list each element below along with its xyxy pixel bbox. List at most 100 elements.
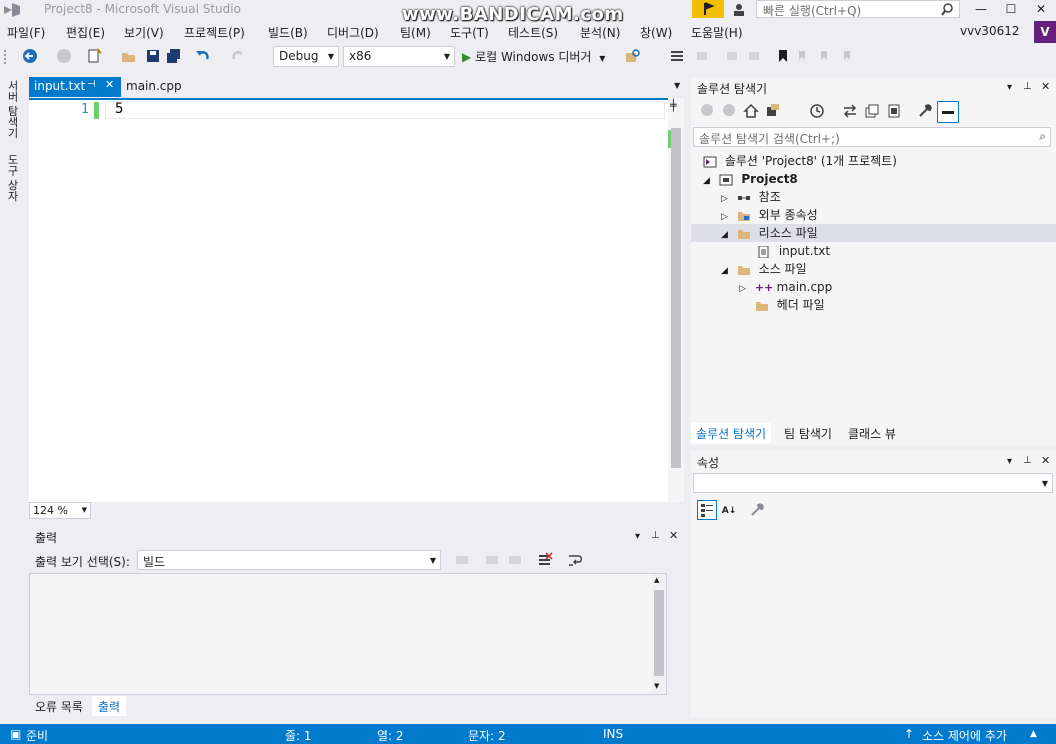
tree-input-txt-node[interactable]: input.txt	[757, 242, 830, 260]
start-debugging-button[interactable]: ▶ 로컬 Windows 디버거 ▼	[462, 48, 605, 66]
tab-input-txt[interactable]: input.txt ⊣ ✕	[29, 77, 121, 97]
panel-menu-icon[interactable]: ▾	[635, 531, 640, 542]
server-explorer-tab[interactable]: 서버 탐색기	[6, 80, 20, 139]
switch-views-icon[interactable]	[765, 103, 781, 119]
add-to-source-control-button[interactable]: 소스 제어에 추가	[922, 727, 1007, 744]
user-name[interactable]: vvv30612	[960, 24, 1019, 38]
pin-icon[interactable]: ⊥	[1023, 81, 1032, 92]
panel-menu-icon[interactable]: ▾	[1007, 82, 1012, 93]
pin-icon[interactable]: ⊥	[651, 530, 660, 541]
menu-view[interactable]: 보기(V)	[124, 24, 164, 41]
show-all-files-icon[interactable]	[886, 103, 902, 119]
find-in-files-icon[interactable]	[625, 48, 641, 64]
tab-team-explorer[interactable]: 팀 탐색기	[779, 423, 837, 443]
find-message-icon[interactable]	[454, 552, 470, 568]
save-all-icon[interactable]	[166, 48, 182, 64]
tree-references-node[interactable]: ▷ 참조	[721, 188, 781, 206]
menu-analyze[interactable]: 분석(N)	[580, 24, 620, 41]
menu-tools[interactable]: 도구(T)	[450, 24, 489, 41]
forward-icon[interactable]	[721, 103, 737, 119]
pending-changes-icon[interactable]	[809, 103, 825, 119]
preview-selected-items-button[interactable]	[937, 101, 959, 123]
next-message-icon[interactable]	[507, 552, 523, 568]
collapse-all-icon[interactable]	[864, 103, 880, 119]
properties-object-select[interactable]: ▼	[693, 473, 1053, 493]
output-scrollbar[interactable]: ▲ ▼	[652, 574, 666, 694]
menu-edit[interactable]: 편집(E)	[66, 24, 105, 41]
menu-project[interactable]: 프로젝트(P)	[184, 24, 245, 41]
split-icon[interactable]: ╪	[670, 99, 677, 112]
user-badge[interactable]: V	[1034, 21, 1056, 43]
toolbox-tab[interactable]: 도구 상자	[6, 154, 20, 202]
categorized-button[interactable]	[697, 500, 717, 520]
pin-icon[interactable]: ⊥	[1023, 455, 1032, 466]
sync-icon[interactable]	[842, 103, 858, 119]
bookmark-icon[interactable]	[775, 48, 791, 64]
menu-team[interactable]: 팀(M)	[400, 24, 431, 41]
panel-menu-icon[interactable]: ▾	[1007, 456, 1012, 467]
tab-class-view[interactable]: 클래스 뷰	[843, 423, 901, 443]
expanded-arrow-icon[interactable]: ◢	[721, 262, 733, 280]
new-project-icon[interactable]	[86, 48, 102, 64]
solution-configuration-select[interactable]: Debug ▼	[273, 46, 339, 67]
tab-error-list[interactable]: 오류 목록	[29, 696, 89, 716]
menu-help[interactable]: 도움말(H)	[691, 24, 743, 41]
tree-external-dependencies-node[interactable]: ▷ 외부 종속성	[721, 206, 818, 224]
forward-icon[interactable]	[56, 48, 72, 64]
comment-icon[interactable]	[724, 48, 740, 64]
user-icon[interactable]	[730, 1, 748, 19]
open-file-icon[interactable]	[121, 48, 137, 64]
tree-project-node[interactable]: ◢ Project8	[703, 170, 798, 188]
tab-output[interactable]: 출력	[92, 696, 127, 716]
tab-solution-explorer[interactable]: 솔루션 탐색기	[691, 423, 772, 443]
feedback-flag-icon[interactable]	[692, 0, 724, 18]
scrollbar-thumb[interactable]	[671, 128, 681, 468]
next-bookmark-icon[interactable]	[817, 48, 833, 64]
close-icon[interactable]: ✕	[1041, 80, 1050, 93]
solution-platform-select[interactable]: x86 ▼	[343, 46, 455, 67]
solution-explorer-search-input[interactable]: 솔루션 탐색기 검색(Ctrl+;) ⌕	[693, 127, 1051, 147]
close-icon[interactable]: ✕	[669, 529, 678, 542]
close-icon[interactable]: ✕	[1041, 454, 1050, 467]
menu-debug[interactable]: 디버그(D)	[327, 24, 379, 41]
tree-header-files-node[interactable]: 헤더 파일	[739, 296, 825, 314]
tree-resource-files-node[interactable]: ◢ 리소스 파일	[691, 224, 1056, 242]
menu-window[interactable]: 창(W)	[640, 24, 672, 41]
editor-vertical-scrollbar[interactable]: ╪	[668, 98, 684, 502]
uncomment-icon[interactable]	[746, 48, 762, 64]
indent-icon[interactable]	[694, 48, 710, 64]
close-icon[interactable]: ✕	[105, 78, 114, 91]
quick-launch-input[interactable]: 빠른 실행(Ctrl+Q)	[756, 0, 960, 18]
clear-all-icon[interactable]	[537, 552, 553, 568]
menu-build[interactable]: 빌드(B)	[268, 24, 308, 41]
save-icon[interactable]	[145, 48, 161, 64]
word-wrap-icon[interactable]	[567, 552, 583, 568]
menu-file[interactable]: 파일(F)	[7, 24, 45, 41]
code-line[interactable]: 5	[115, 101, 123, 117]
chevron-up-icon[interactable]: ▲	[1030, 729, 1037, 739]
back-icon[interactable]	[699, 103, 715, 119]
property-pages-icon[interactable]	[749, 502, 765, 518]
maximize-button[interactable]: ☐	[996, 0, 1026, 20]
properties-icon[interactable]	[917, 103, 933, 119]
expanded-arrow-icon[interactable]: ◢	[703, 172, 715, 190]
output-source-select[interactable]: 빌드 ▼	[137, 550, 441, 570]
clear-bookmarks-icon[interactable]	[840, 48, 856, 64]
back-icon[interactable]	[22, 48, 38, 64]
code-editor[interactable]: 1 5	[29, 98, 684, 502]
prev-bookmark-icon[interactable]	[795, 48, 811, 64]
menu-test[interactable]: 테스트(S)	[508, 24, 558, 41]
output-text-area[interactable]: ▲ ▼	[29, 573, 667, 695]
tree-source-files-node[interactable]: ◢ 소스 파일	[721, 260, 807, 278]
breakpoint-window-icon[interactable]	[669, 48, 685, 64]
alphabetical-icon[interactable]: A↓	[721, 502, 737, 518]
tab-main-cpp[interactable]: main.cpp	[121, 77, 187, 97]
minimize-button[interactable]: —	[966, 0, 996, 20]
pin-icon[interactable]: ⊣	[87, 79, 96, 90]
toolbar-grip[interactable]	[4, 50, 8, 64]
scrollbar-thumb[interactable]	[654, 590, 664, 676]
redo-icon[interactable]	[230, 48, 246, 64]
tree-main-cpp-node[interactable]: ▷ ++ main.cpp	[739, 278, 832, 296]
prev-message-icon[interactable]	[484, 552, 500, 568]
tab-list-dropdown-icon[interactable]: ▼	[674, 81, 680, 90]
